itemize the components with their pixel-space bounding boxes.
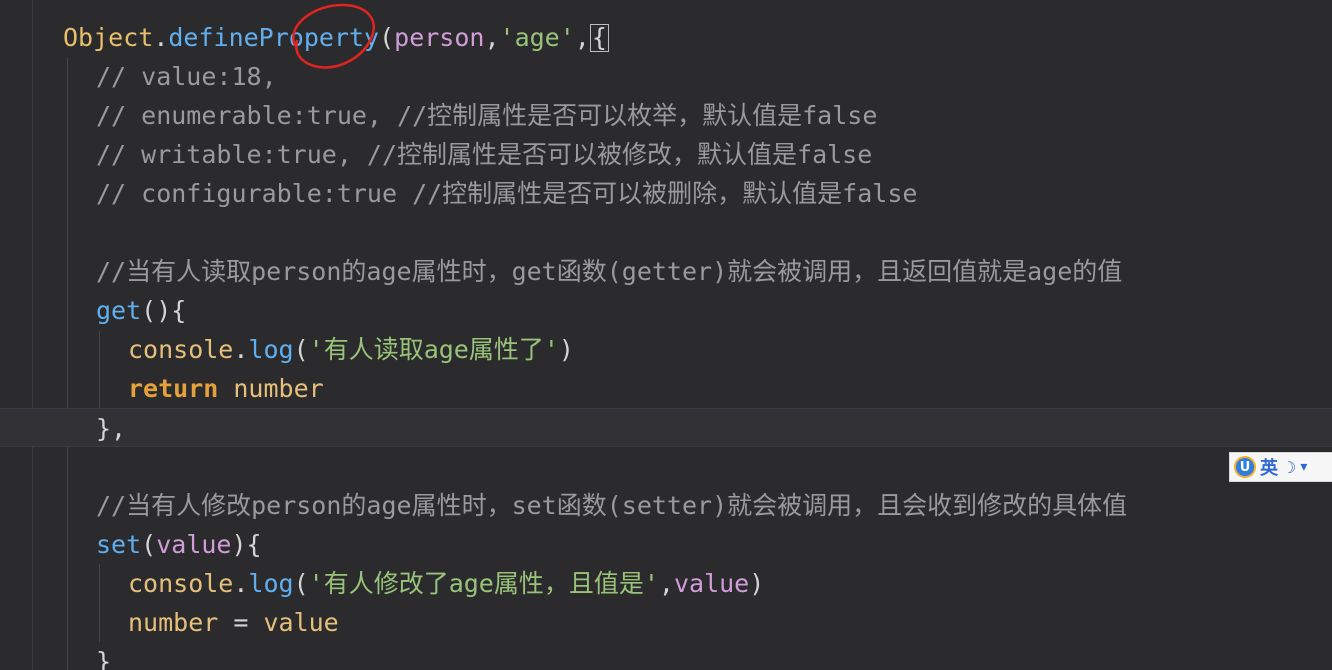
code-token: ( [293, 569, 309, 598]
line-get-return[interactable]: return number [0, 369, 1332, 408]
code-text: console.log('有人修改了age属性，且值是',value) [128, 564, 764, 603]
line-comment-enumerable[interactable]: // enumerable:true, //控制属性是否可以枚举，默认值是fal… [0, 96, 1332, 135]
code-text: }, [96, 409, 126, 448]
line-blank-1[interactable] [0, 213, 1332, 252]
ime-status-bar[interactable]: U 英 ☽ ▾ [1229, 452, 1332, 482]
line-set-decl[interactable]: set(value){ [0, 525, 1332, 564]
code-token: // enumerable:true, //控制属性是否可以枚举，默认值是fal… [96, 101, 878, 130]
code-token: get [96, 296, 142, 325]
code-text: // enumerable:true, //控制属性是否可以枚举，默认值是fal… [96, 96, 877, 135]
line-get-log[interactable]: console.log('有人读取age属性了') [0, 330, 1332, 369]
code-token: number [128, 608, 219, 637]
code-token: // writable:true, //控制属性是否可以被修改，默认值是fals… [96, 140, 873, 169]
code-token: console [128, 569, 234, 598]
code-text: //当有人修改person的age属性时，set函数(setter)就会被调用，… [96, 486, 1127, 525]
line-set-close[interactable]: } [0, 642, 1332, 670]
code-token: value [263, 608, 339, 637]
ime-language-toggle[interactable]: 英 [1260, 454, 1278, 480]
code-token: = [218, 608, 264, 637]
code-token: //当有人读取person的age属性时，get函数(getter)就会被调用，… [96, 257, 1123, 286]
code-text: // value:18, [96, 57, 277, 96]
code-text: console.log('有人读取age属性了') [128, 330, 574, 369]
code-token: number [233, 374, 324, 403]
code-token: console [128, 335, 234, 364]
code-text: number = value [128, 603, 339, 642]
code-token: ){ [231, 530, 262, 559]
code-text: // configurable:true //控制属性是否可以被删除，默认值是f… [96, 174, 917, 213]
code-token: . [233, 569, 249, 598]
code-token: // configurable:true //控制属性是否可以被删除，默认值是f… [96, 179, 918, 208]
code-token: . [153, 23, 169, 52]
code-text: // writable:true, //控制属性是否可以被修改，默认值是fals… [96, 135, 872, 174]
line-get-close[interactable]: }, [0, 408, 1332, 447]
code-token: // value:18, [96, 62, 277, 91]
code-token: . [233, 335, 249, 364]
cursor-brace: { [589, 23, 609, 52]
code-token: ( [379, 23, 395, 52]
ime-logo-icon: U [1234, 456, 1256, 478]
code-token: ) [558, 335, 574, 364]
code-token: log [248, 569, 294, 598]
line-comment-getter[interactable]: //当有人读取person的age属性时，get函数(getter)就会被调用，… [0, 252, 1332, 291]
line-comment-setter[interactable]: //当有人修改person的age属性时，set函数(setter)就会被调用，… [0, 486, 1332, 525]
code-token: value [156, 530, 232, 559]
code-token: value [673, 569, 750, 598]
code-token: ) [749, 569, 765, 598]
line-set-log[interactable]: console.log('有人修改了age属性，且值是',value) [0, 564, 1332, 603]
code-token: //当有人修改person的age属性时，set函数(setter)就会被调用，… [96, 491, 1128, 520]
code-editor[interactable]: Object.defineProperty(person,'age',{ // v… [0, 0, 1332, 670]
line-get-decl[interactable]: get(){ [0, 291, 1332, 330]
line-define-property[interactable]: Object.defineProperty(person,'age',{ [0, 18, 1332, 57]
code-token: , [658, 569, 674, 598]
code-token: , [574, 23, 590, 52]
line-comment-writable[interactable]: // writable:true, //控制属性是否可以被修改，默认值是fals… [0, 135, 1332, 174]
code-token: ( [141, 530, 157, 559]
code-token: person [394, 23, 485, 52]
red-circle-annotation-icon [292, 3, 375, 69]
code-text: get(){ [96, 291, 186, 330]
code-text: } [96, 642, 111, 670]
code-token: Object [63, 23, 154, 52]
code-token: return [128, 374, 219, 403]
code-token: ( [293, 335, 309, 364]
line-comment-value[interactable]: // value:18, [0, 57, 1332, 96]
chevron-down-icon[interactable]: ▾ [1300, 459, 1307, 475]
line-set-assign[interactable]: number = value [0, 603, 1332, 642]
code-token: (){ [141, 296, 187, 325]
code-token: 'age' [499, 23, 575, 52]
code-token: '有人修改了age属性，且值是' [308, 569, 659, 598]
code-token: }, [96, 414, 127, 443]
code-token: , [484, 23, 500, 52]
code-text: //当有人读取person的age属性时，get函数(getter)就会被调用，… [96, 252, 1122, 291]
line-comment-configurable[interactable]: // configurable:true //控制属性是否可以被删除，默认值是f… [0, 174, 1332, 213]
line-blank-2[interactable] [0, 447, 1332, 486]
code-token: } [96, 647, 112, 670]
code-text: set(value){ [96, 525, 262, 564]
moon-icon[interactable]: ☽ [1282, 458, 1296, 477]
code-text: return number [128, 369, 324, 408]
code-token: '有人读取age属性了' [308, 335, 559, 364]
code-token: log [248, 335, 294, 364]
code-token: set [96, 530, 142, 559]
